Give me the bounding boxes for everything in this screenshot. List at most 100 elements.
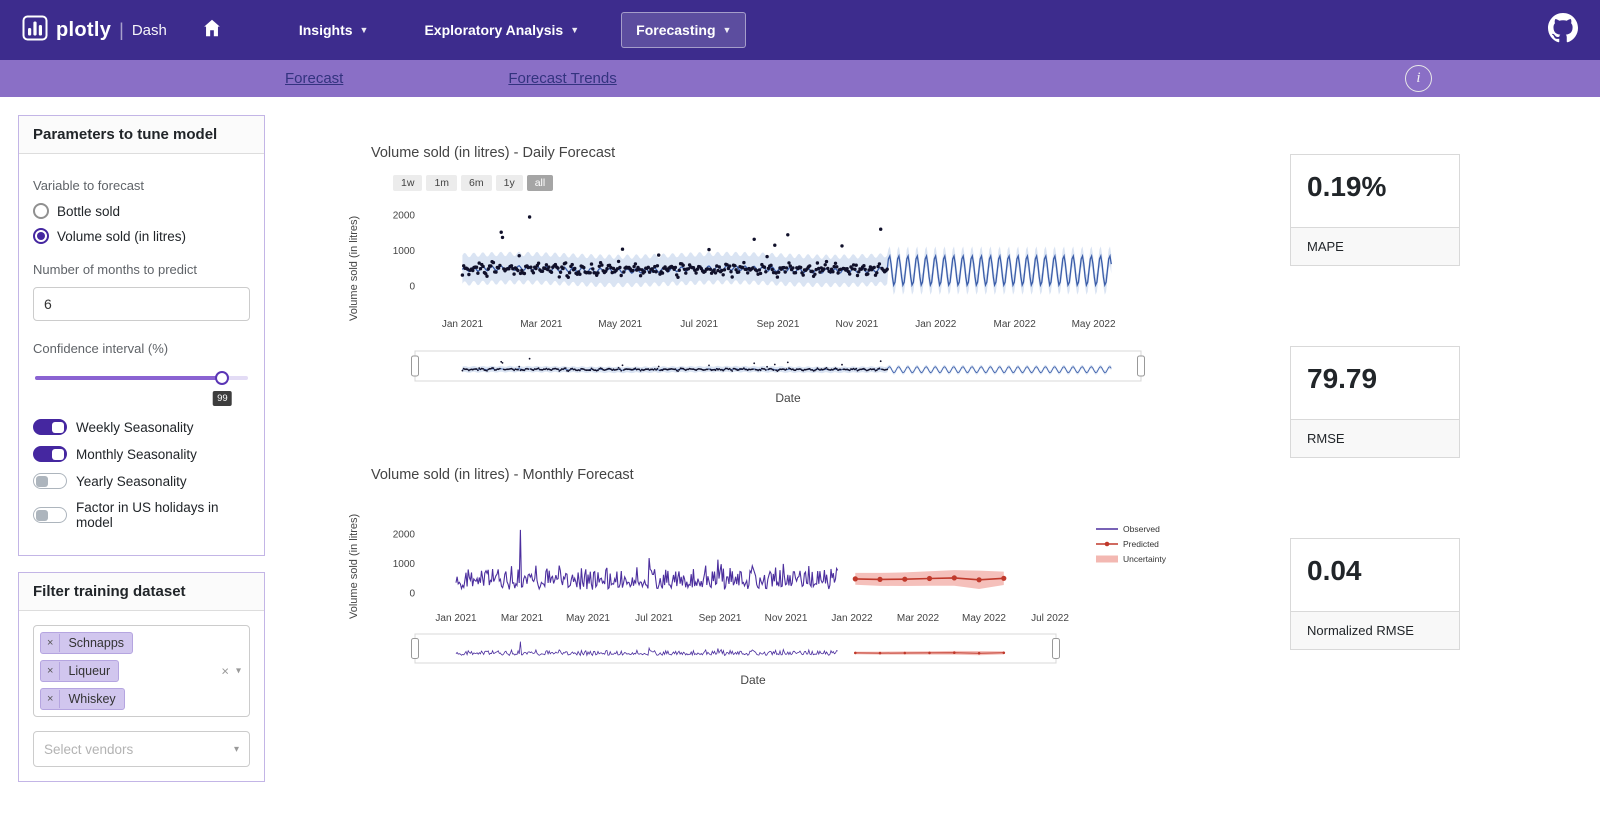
svg-text:Mar 2022: Mar 2022 — [994, 319, 1037, 330]
menu-forecasting[interactable]: Forecasting ▼ — [621, 12, 747, 48]
daily-chart-xlabel: Date — [775, 391, 801, 405]
svg-text:May 2022: May 2022 — [962, 613, 1006, 624]
slider-handle[interactable]: 99 — [213, 371, 232, 406]
normalized-rmse-value: 0.04 — [1307, 555, 1362, 586]
toggle-knob — [36, 475, 48, 487]
svg-text:Jan 2021: Jan 2021 — [442, 319, 484, 330]
link-forecast[interactable]: Forecast — [285, 70, 343, 87]
chip-remove-icon[interactable]: × — [41, 634, 61, 652]
rmse-label: RMSE — [1291, 419, 1459, 457]
svg-text:Nov 2021: Nov 2021 — [835, 319, 878, 330]
menu-forecasting-label: Forecasting — [636, 22, 716, 38]
svg-text:Jul 2021: Jul 2021 — [635, 613, 673, 624]
radio-bottle-sold-label: Bottle sold — [57, 203, 121, 219]
svg-text:0: 0 — [409, 282, 415, 293]
toggle-row-yearly: Yearly Seasonality — [33, 473, 250, 489]
home-button[interactable] — [201, 17, 223, 44]
chevron-down-icon: ▼ — [570, 25, 580, 35]
svg-text:Sep 2021: Sep 2021 — [699, 613, 742, 624]
plotly-dash-brand[interactable]: plotly | Dash — [22, 15, 167, 46]
us-holidays-toggle[interactable] — [33, 507, 67, 523]
svg-text:2000: 2000 — [393, 211, 416, 222]
rmse-value: 79.79 — [1307, 363, 1378, 394]
vendors-placeholder: Select vendors — [44, 741, 134, 757]
chip-whiskey-label: Whiskey — [68, 692, 116, 706]
daily-chart-title: Volume sold (in litres) - Daily Forecast — [371, 145, 616, 161]
chip-remove-icon[interactable]: × — [41, 662, 61, 680]
clear-all-icon[interactable]: × — [221, 664, 229, 679]
svg-text:2000: 2000 — [393, 529, 416, 540]
radio-volume-sold[interactable]: Volume sold (in litres) — [33, 228, 250, 244]
chip-remove-icon[interactable]: × — [41, 690, 61, 708]
sidebar: Parameters to tune model Variable to for… — [18, 115, 265, 798]
menu-exploratory-analysis[interactable]: Exploratory Analysis ▼ — [410, 13, 593, 47]
plotly-logo-icon — [22, 15, 48, 46]
daily-forecast-chart[interactable]: 0 1000 2000 Jan 2021 Mar 2021 May 2021 Jul 202… — [363, 193, 1193, 343]
months-to-predict-input[interactable] — [33, 287, 250, 321]
range-button-6m[interactable]: 6m — [461, 175, 492, 191]
svg-text:1000: 1000 — [393, 559, 416, 570]
monthly-forecast-chart[interactable]: 0 1000 2000 Jan 2021 Mar 2021 May 2021 Jul 202… — [363, 505, 1193, 627]
monthly-chart-ylabel: Volume sold (in litres) — [348, 513, 360, 619]
svg-text:0: 0 — [409, 589, 415, 600]
daily-forecast-rangeslider[interactable] — [363, 348, 1193, 384]
vendors-select[interactable]: Select vendors ▾ — [33, 731, 250, 767]
svg-text:Uncertainty: Uncertainty — [1123, 554, 1167, 564]
parameters-card-title: Parameters to tune model — [19, 116, 264, 154]
range-button-1y[interactable]: 1y — [495, 175, 523, 191]
mape-value: 0.19% — [1307, 171, 1387, 202]
monthly-chart-title: Volume sold (in litres) - Monthly Foreca… — [371, 467, 634, 483]
yearly-seasonality-label: Yearly Seasonality — [76, 473, 187, 489]
svg-text:Jul 2022: Jul 2022 — [1031, 613, 1069, 624]
toggle-row-holidays: Factor in US holidays in model — [33, 500, 250, 530]
variable-to-forecast-label: Variable to forecast — [33, 178, 145, 193]
radio-dot[interactable] — [33, 203, 49, 219]
filter-card: Filter training dataset × Schnapps × Liq… — [18, 572, 265, 782]
top-navbar: plotly | Dash Insights ▼ Exploratory Ana… — [0, 0, 1600, 60]
svg-text:Mar 2021: Mar 2021 — [520, 319, 563, 330]
monthly-forecast-rangeslider[interactable] — [363, 632, 1193, 666]
confidence-slider[interactable]: 99 — [35, 370, 248, 408]
radio-dot[interactable] — [33, 228, 49, 244]
dropdown-caret-icon: ▾ — [233, 743, 239, 755]
range-button-all[interactable]: all — [526, 175, 554, 191]
menu-insights-label: Insights — [298, 22, 353, 38]
home-icon — [201, 17, 223, 44]
mape-card: 0.19% MAPE — [1290, 154, 1460, 266]
toggle-row-monthly: Monthly Seasonality — [33, 446, 250, 462]
info-icon[interactable]: i — [1405, 65, 1432, 92]
daily-chart-ylabel: Volume sold (in litres) — [348, 215, 360, 321]
range-button-1w[interactable]: 1w — [393, 175, 423, 191]
parameters-card: Parameters to tune model Variable to for… — [18, 115, 265, 556]
svg-text:Observed: Observed — [1123, 524, 1160, 534]
brand-separator: | — [119, 19, 124, 40]
liquor-type-multiselect[interactable]: × Schnapps × Liqueur × Whiskey × ▾ — [33, 625, 250, 717]
menu-insights[interactable]: Insights ▼ — [285, 13, 383, 47]
metrics-column: 0.19% MAPE 79.79 RMSE 0.04 Normalized RM… — [1290, 115, 1460, 730]
chip-schnapps: × Schnapps — [40, 632, 134, 654]
link-forecast-trends[interactable]: Forecast Trends — [508, 70, 616, 87]
weekly-seasonality-toggle[interactable] — [33, 419, 67, 435]
us-holidays-label: Factor in US holidays in model — [76, 500, 219, 530]
toggle-row-weekly: Weekly Seasonality — [33, 419, 250, 435]
sub-navbar: Forecast Forecast Trends i — [0, 60, 1600, 97]
yearly-seasonality-toggle[interactable] — [33, 473, 67, 489]
radio-bottle-sold[interactable]: Bottle sold — [33, 203, 250, 219]
svg-text:May 2022: May 2022 — [1072, 319, 1116, 330]
range-button-1m[interactable]: 1m — [426, 175, 458, 191]
svg-text:May 2021: May 2021 — [598, 319, 642, 330]
radio-volume-sold-label: Volume sold (in litres) — [57, 228, 187, 244]
svg-text:May 2021: May 2021 — [566, 613, 610, 624]
monthly-seasonality-toggle[interactable] — [33, 446, 67, 462]
svg-text:Jan 2022: Jan 2022 — [915, 319, 957, 330]
main-content: Parameters to tune model Variable to for… — [0, 97, 1600, 828]
menu-exploratory-label: Exploratory Analysis — [424, 22, 564, 38]
chip-schnapps-label: Schnapps — [68, 636, 125, 650]
github-link[interactable] — [1548, 12, 1578, 48]
svg-text:Jan 2021: Jan 2021 — [435, 613, 477, 624]
dropdown-caret-icon[interactable]: ▾ — [236, 666, 241, 677]
toggle-knob — [36, 509, 48, 521]
svg-text:Mar 2021: Mar 2021 — [501, 613, 544, 624]
mape-label: MAPE — [1291, 227, 1459, 265]
github-icon — [1548, 12, 1578, 48]
